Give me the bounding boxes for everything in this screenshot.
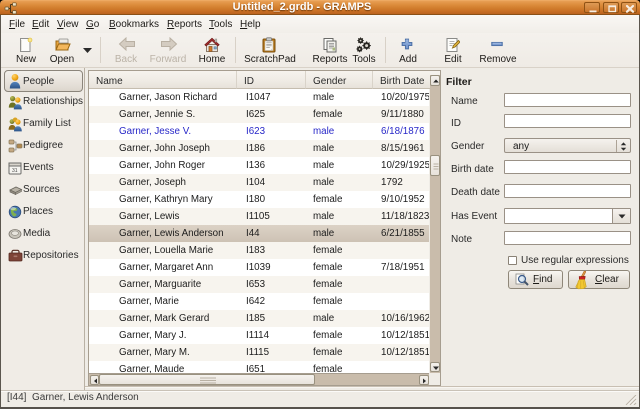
svg-text:31: 31 bbox=[12, 168, 18, 174]
